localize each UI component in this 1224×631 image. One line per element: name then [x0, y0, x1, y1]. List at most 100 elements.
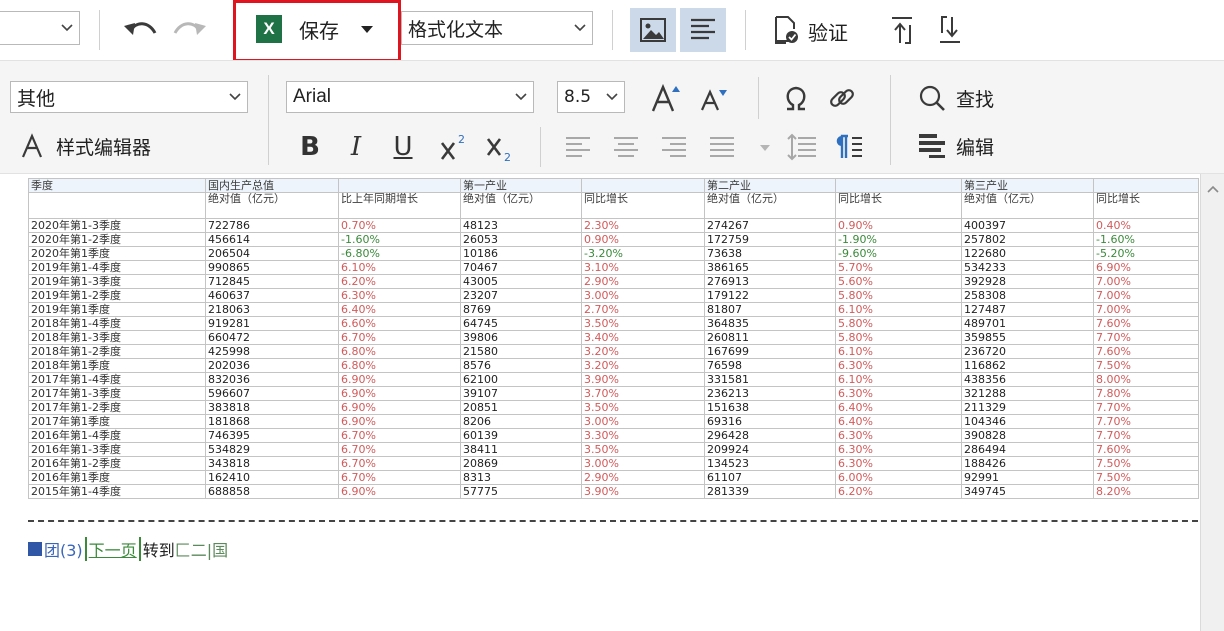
bold-button[interactable]: B — [294, 129, 326, 165]
table-cell: 722786 — [205, 218, 339, 233]
table-row: 2017年第1季度 181868 6.90% 8206 3.00% 69316 6.40% 1… — [28, 414, 1199, 429]
table-header-cell: 绝对值（亿元） — [961, 192, 1094, 219]
table-row: 2018年第1-4季度 919281 6.60% 64745 3.50% 364835 5.… — [28, 316, 1199, 331]
table-cell: 2020年第1-3季度 — [28, 218, 206, 233]
edit-button[interactable]: 编辑 — [956, 133, 994, 160]
goto-page-field[interactable]: 匚二|国 — [175, 537, 228, 561]
table-row: 2019年第1-2季度 460637 6.30% 23207 3.00% 179122 5.… — [28, 288, 1199, 303]
table-cell: 3.20% — [581, 344, 705, 359]
table-cell: 364835 — [704, 316, 836, 331]
table-cell: 3.90% — [581, 484, 705, 499]
table-cell: 2017年第1季度 — [28, 414, 206, 429]
font-combo[interactable] — [0, 11, 80, 45]
table-cell: 202036 — [205, 358, 339, 373]
table-cell: 6.30% — [835, 428, 962, 443]
insert-symbol-button[interactable] — [778, 81, 814, 115]
scroll-up-arrow-icon[interactable] — [1206, 184, 1220, 194]
table-cell: 6.40% — [835, 400, 962, 415]
save-dropdown-caret-icon[interactable] — [361, 25, 373, 33]
table-cell: -6.80% — [338, 246, 461, 261]
underline-button[interactable]: U — [386, 129, 420, 165]
italic-button[interactable]: I — [340, 129, 372, 165]
table-cell: 534233 — [961, 260, 1094, 275]
style-editor-button[interactable]: 样式编辑器 — [56, 133, 151, 160]
table-header-cell: 国内生产总值 — [205, 178, 339, 193]
table-cell: 8576 — [460, 358, 582, 373]
justify-dropdown-caret-icon[interactable] — [758, 141, 772, 155]
table-cell: 3.50% — [581, 442, 705, 457]
paragraph-mark-button[interactable] — [830, 129, 866, 165]
subscript-button[interactable]: 2 — [482, 129, 518, 165]
table-cell: 2019年第1季度 — [28, 302, 206, 317]
italic-icon: I — [350, 132, 362, 162]
subscript-icon: 2 — [486, 138, 511, 163]
format-select[interactable]: 格式化文本 — [401, 11, 593, 45]
table-cell: 276913 — [704, 274, 836, 289]
paragraph-style-select[interactable]: 其他 — [10, 81, 248, 113]
table-row: 2019年第1季度 218063 6.40% 8769 2.70% 81807 6.10% 1… — [28, 302, 1199, 317]
table-cell: 73638 — [704, 246, 836, 261]
find-icon[interactable] — [916, 81, 948, 115]
table-cell: 3.20% — [581, 358, 705, 373]
table-cell: 122680 — [961, 246, 1094, 261]
table-cell: 3.40% — [581, 330, 705, 345]
save-button[interactable]: X 保存 — [256, 12, 388, 46]
next-page-link[interactable]: 下一页 — [84, 537, 137, 561]
grow-font-button[interactable] — [648, 81, 684, 115]
font-family-select[interactable]: Arial — [286, 81, 534, 113]
image-view-toggle[interactable] — [630, 8, 676, 52]
table-cell: 281339 — [704, 484, 836, 499]
table-cell: 425998 — [205, 344, 339, 359]
table-cell: 343818 — [205, 456, 339, 471]
align-right-button[interactable] — [658, 131, 690, 163]
table-cell: 7.00% — [1093, 274, 1199, 289]
pages-count[interactable]: 团(3) — [44, 537, 83, 561]
table-cell: 7.80% — [1093, 386, 1199, 401]
table-cell: 2017年第1-3季度 — [28, 386, 206, 401]
table-cell: 3.30% — [581, 428, 705, 443]
table-cell: 286494 — [961, 442, 1094, 457]
line-spacing-button[interactable] — [784, 129, 820, 165]
verify-button[interactable] — [768, 12, 804, 48]
table-cell: 8313 — [460, 470, 582, 485]
verify-label[interactable]: 验证 — [808, 17, 848, 46]
edit-icon[interactable] — [916, 129, 948, 161]
superscript-button[interactable]: 2 — [436, 129, 472, 165]
align-center-button[interactable] — [610, 131, 642, 163]
shrink-font-icon — [700, 89, 727, 111]
move-up-button[interactable] — [884, 12, 920, 48]
table-cell: 7.60% — [1093, 442, 1199, 457]
align-left-button[interactable] — [562, 131, 594, 163]
table-cell: 209924 — [704, 442, 836, 457]
excel-icon: X — [256, 15, 282, 43]
table-cell: -5.20% — [1093, 246, 1199, 261]
table-row: 2020年第1-3季度 722786 0.70% 48123 2.30% 274267 0.… — [28, 218, 1199, 233]
font-size-value: 8.5 — [564, 87, 592, 107]
table-row: 2016年第1-4季度 746395 6.70% 60139 3.30% 296428 6.… — [28, 428, 1199, 443]
table-cell: 6.70% — [338, 428, 461, 443]
move-down-button[interactable] — [932, 12, 968, 48]
shrink-font-button[interactable] — [696, 83, 732, 115]
justify-button[interactable] — [706, 131, 738, 163]
insert-link-button[interactable] — [824, 81, 860, 115]
table-cell: 260811 — [704, 330, 836, 345]
table-header-cell: 季度 — [28, 178, 206, 193]
table-cell: 48123 — [460, 218, 582, 233]
format-select-value: 格式化文本 — [408, 18, 504, 41]
style-editor-icon[interactable] — [18, 131, 46, 161]
vertical-scrollbar[interactable] — [1200, 174, 1224, 631]
table-cell: 6.70% — [338, 456, 461, 471]
gdp-report-table: 季度 国内生产总值 第一产业 第二产业 第三产业 绝对值（亿元） 比上年同期增长 绝对值（亿元… — [28, 178, 1199, 499]
table-cell: 20869 — [460, 456, 582, 471]
table-row: 2018年第1-3季度 660472 6.70% 39806 3.40% 260811 5.… — [28, 330, 1199, 345]
font-size-select[interactable]: 8.5 — [557, 81, 625, 113]
superscript-icon: 2 — [440, 133, 465, 160]
table-cell: 321288 — [961, 386, 1094, 401]
undo-button[interactable] — [118, 12, 162, 48]
find-button[interactable]: 查找 — [956, 85, 994, 112]
toolbar-divider — [99, 10, 100, 50]
table-header-cell: 第一产业 — [460, 178, 582, 193]
redo-button[interactable] — [168, 12, 212, 48]
ribbon-divider — [540, 127, 541, 167]
text-view-toggle[interactable] — [680, 8, 726, 52]
